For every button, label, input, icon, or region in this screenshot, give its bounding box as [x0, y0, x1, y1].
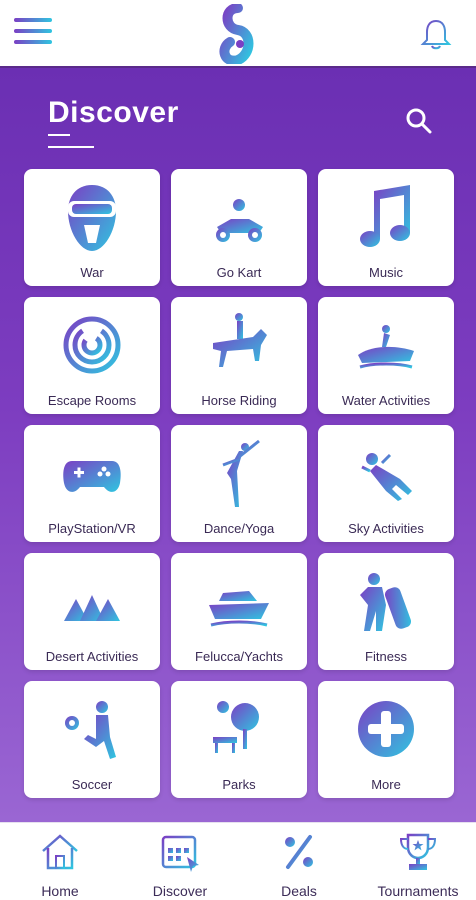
- app-logo: [219, 4, 254, 64]
- horse-rider-icon: [213, 313, 267, 367]
- category-label: Felucca/Yachts: [195, 649, 283, 664]
- percent-icon: [285, 835, 313, 869]
- nav-discover[interactable]: Discover: [125, 831, 235, 899]
- dancer-icon: [222, 439, 260, 507]
- bell-icon[interactable]: [418, 16, 454, 52]
- category-tile-soccer[interactable]: Soccer: [24, 681, 160, 798]
- skydiver-icon: [361, 453, 412, 501]
- gamepad-icon: [63, 461, 121, 492]
- category-tile-sky-activities[interactable]: Sky Activities: [318, 425, 454, 542]
- category-tile-more[interactable]: More: [318, 681, 454, 798]
- category-label: Parks: [222, 777, 256, 792]
- category-tile-horse-riding[interactable]: Horse Riding: [171, 297, 307, 414]
- nav-label: Tournaments: [377, 883, 459, 899]
- tents-icon: [62, 595, 122, 624]
- fitness-icon: [360, 573, 412, 631]
- category-tile-war[interactable]: War: [24, 169, 160, 286]
- paintball-mask-icon: [68, 185, 116, 251]
- category-label: Desert Activities: [45, 649, 139, 664]
- category-label: Sky Activities: [348, 521, 424, 536]
- category-label: Escape Rooms: [47, 393, 137, 408]
- category-label: Go Kart: [216, 265, 262, 280]
- plus-circle-icon: [358, 701, 414, 757]
- nav-label: Home: [41, 883, 79, 899]
- category-tile-felucca-yachts[interactable]: Felucca/Yachts: [171, 553, 307, 670]
- category-grid: War Go Kart Music Escape Rooms Horse Rid…: [24, 169, 454, 798]
- bottom-navigation: Home Discover Deals Tournaments: [0, 822, 476, 900]
- nav-home[interactable]: Home: [5, 831, 115, 899]
- category-label: Dance/Yoga: [203, 521, 275, 536]
- category-label: PlayStation/VR: [48, 521, 136, 536]
- category-tile-desert-activities[interactable]: Desert Activities: [24, 553, 160, 670]
- category-label: Horse Riding: [201, 393, 277, 408]
- hamburger-menu-icon[interactable]: [14, 18, 52, 48]
- category-tile-fitness[interactable]: Fitness: [318, 553, 454, 670]
- category-label: Fitness: [365, 649, 407, 664]
- home-icon: [42, 834, 78, 870]
- category-tile-escape-rooms[interactable]: Escape Rooms: [24, 297, 160, 414]
- category-label: Soccer: [71, 777, 113, 792]
- trophy-icon: [399, 833, 437, 870]
- nav-deals[interactable]: Deals: [244, 831, 354, 899]
- category-label: Water Activities: [341, 393, 431, 408]
- search-icon[interactable]: [404, 106, 434, 136]
- category-tile-music[interactable]: Music: [318, 169, 454, 286]
- category-tile-water-activities[interactable]: Water Activities: [318, 297, 454, 414]
- go-kart-icon: [216, 199, 263, 242]
- maze-icon: [63, 316, 121, 374]
- yacht-icon: [209, 591, 269, 627]
- jet-ski-icon: [358, 325, 414, 369]
- discover-panel: Discover War Go Kart Music Escape Rooms …: [0, 68, 476, 822]
- soccer-player-icon: [65, 701, 116, 759]
- nav-label: Deals: [281, 883, 317, 899]
- page-title: Discover: [48, 96, 179, 129]
- category-tile-playstation-vr[interactable]: PlayStation/VR: [24, 425, 160, 542]
- category-tile-dance-yoga[interactable]: Dance/Yoga: [171, 425, 307, 542]
- category-tile-parks[interactable]: Parks: [171, 681, 307, 798]
- title-underline: [48, 134, 70, 136]
- nav-tournaments[interactable]: Tournaments: [363, 831, 473, 899]
- top-app-bar: [0, 0, 476, 68]
- category-label: War: [80, 265, 104, 280]
- music-note-icon: [360, 185, 410, 247]
- calendar-grid-icon: [161, 835, 199, 872]
- title-underline: [48, 146, 94, 148]
- nav-label: Discover: [152, 883, 208, 899]
- park-icon: [209, 701, 269, 756]
- category-label: More: [371, 777, 401, 792]
- category-tile-go-kart[interactable]: Go Kart: [171, 169, 307, 286]
- category-label: Music: [369, 265, 403, 280]
